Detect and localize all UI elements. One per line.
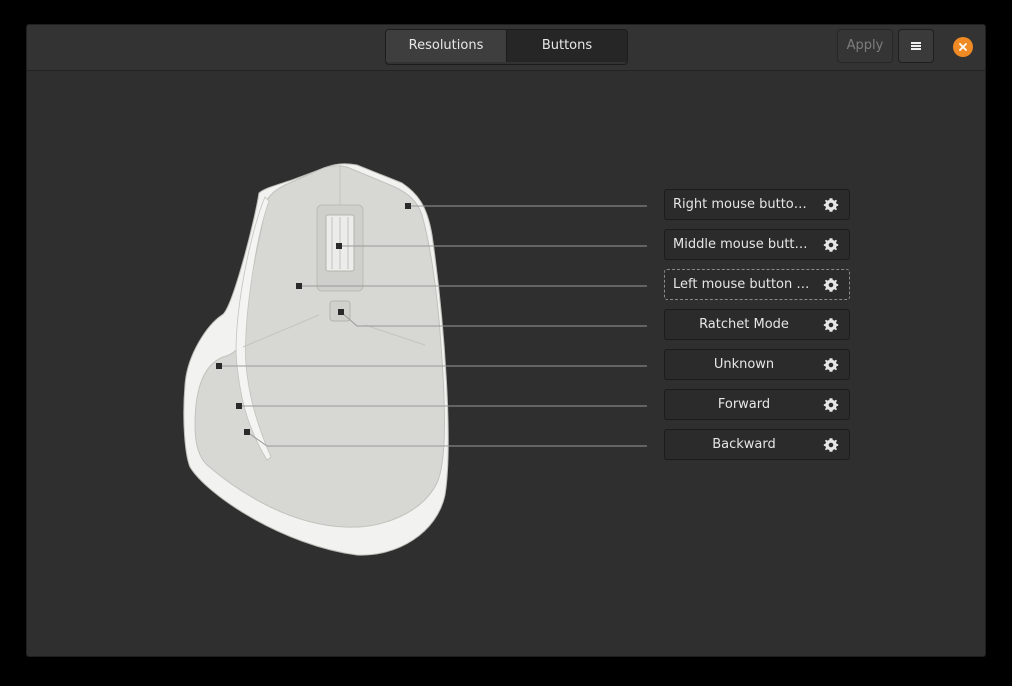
- button-row-left[interactable]: Left mouse button cli…: [664, 269, 850, 300]
- button-row-label: Right mouse button …: [673, 197, 815, 212]
- button-row-forward[interactable]: Forward: [664, 389, 850, 420]
- mouse-illustration: [183, 163, 647, 556]
- button-row-unknown[interactable]: Unknown: [664, 349, 850, 380]
- gear-icon[interactable]: [821, 275, 841, 295]
- gear-icon[interactable]: [821, 195, 841, 215]
- gear-icon[interactable]: [821, 235, 841, 255]
- button-row-label: Forward: [717, 397, 771, 412]
- button-row-label: Ratchet Mode: [699, 317, 789, 332]
- gear-icon[interactable]: [821, 435, 841, 455]
- gear-icon[interactable]: [821, 395, 841, 415]
- gear-icon[interactable]: [821, 315, 841, 335]
- button-row-label: Middle mouse butto…: [673, 237, 815, 252]
- gear-icon[interactable]: [821, 355, 841, 375]
- button-row-ratchet[interactable]: Ratchet Mode: [664, 309, 850, 340]
- app-window: Resolutions Buttons Apply Right mouse bu…: [26, 24, 986, 657]
- button-row-label: Backward: [712, 437, 776, 452]
- button-row-label: Unknown: [713, 357, 775, 372]
- button-row-label: Left mouse button cli…: [673, 277, 815, 292]
- button-row-backward[interactable]: Backward: [664, 429, 850, 460]
- button-row-middle[interactable]: Middle mouse butto…: [664, 229, 850, 260]
- button-row-right[interactable]: Right mouse button …: [664, 189, 850, 220]
